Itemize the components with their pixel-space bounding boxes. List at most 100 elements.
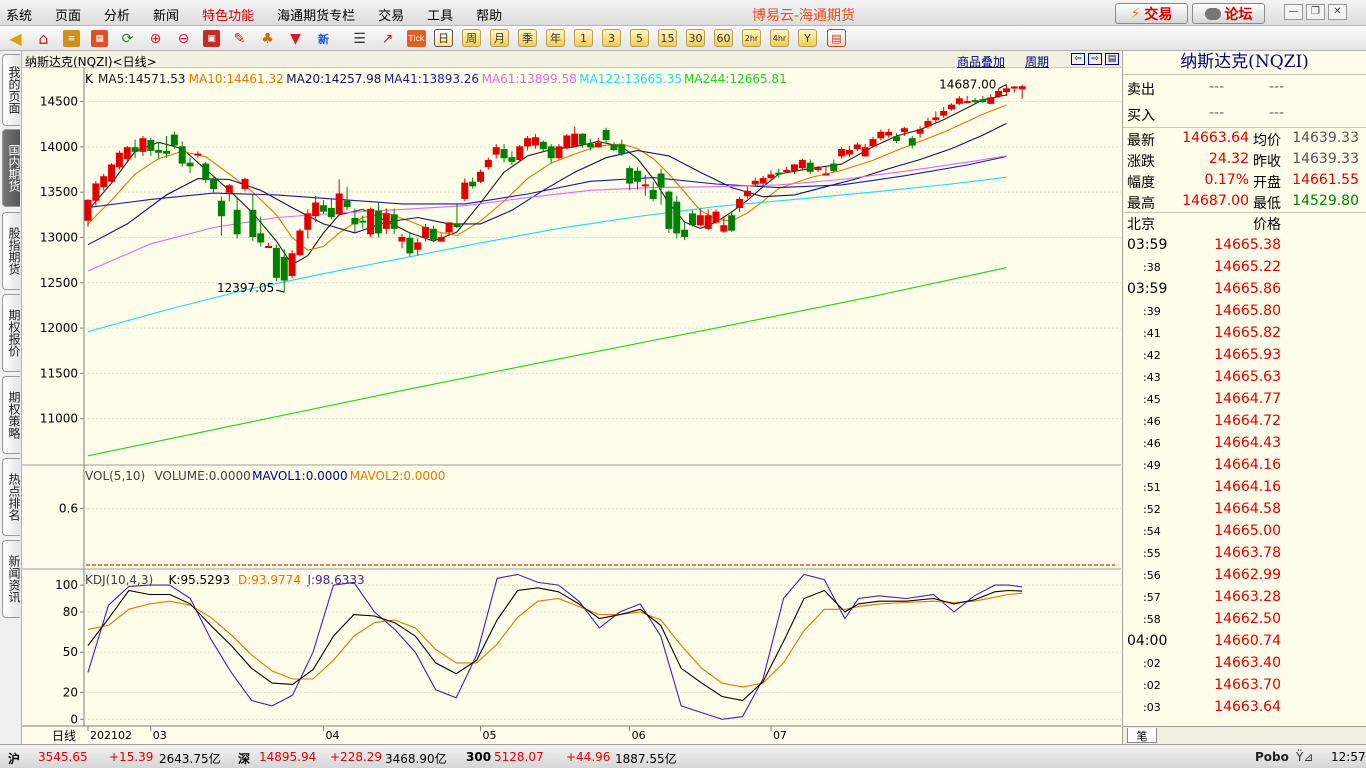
menu-item-5[interactable]: 海通期货专栏 <box>277 5 355 24</box>
left-tab-4[interactable]: 期权策略 <box>2 376 21 454</box>
menu-item-2[interactable]: 分析 <box>104 5 130 24</box>
candle-body <box>178 146 186 164</box>
tick-price: 14664.58 <box>1214 501 1281 517</box>
candle-body <box>225 185 233 193</box>
candle-body <box>265 246 273 249</box>
tick-price: 14664.16 <box>1214 479 1281 495</box>
buy-row: 买入 --- --- <box>1127 105 1363 127</box>
filter-icon[interactable]: ▼ <box>287 30 304 47</box>
zoom-out-icon[interactable]: ⊖ <box>175 30 192 47</box>
left-tab-1[interactable]: 国内期货 <box>2 129 21 207</box>
candle <box>92 181 100 206</box>
quote-value: 14663.64 <box>1182 130 1249 146</box>
candle <box>257 216 265 247</box>
scroll-right-icon[interactable]: ⇨ <box>1088 53 1102 65</box>
left-tab-6[interactable]: 新闻资讯 <box>2 540 21 618</box>
ma-line-ma244 <box>87 267 1007 457</box>
left-tab-0[interactable]: 我的页面 <box>2 54 21 126</box>
notebook-icon[interactable]: ≡ <box>63 30 80 47</box>
tick-time: :43 <box>1143 371 1161 384</box>
period-button-5[interactable]: 1 <box>574 29 593 47</box>
chart-icon[interactable]: ↗ <box>379 30 396 47</box>
candle <box>704 209 712 231</box>
period-button-13[interactable]: Y <box>798 29 817 47</box>
menu-item-6[interactable]: 交易 <box>378 5 404 24</box>
period-button-9[interactable]: 30 <box>686 29 705 47</box>
indicator-icon[interactable]: ▤ <box>827 29 846 47</box>
buy-volume: --- <box>1269 105 1285 121</box>
left-tab-5[interactable]: 热点排名 <box>2 458 21 536</box>
scroll-left-icon[interactable]: ⇦ <box>1071 53 1085 65</box>
period-button-1[interactable]: 周 <box>462 29 481 47</box>
home-icon[interactable]: ⌂ <box>35 29 52 48</box>
window-icon[interactable]: ▣ <box>203 30 220 47</box>
forum-button[interactable]: 论坛 <box>1192 3 1265 24</box>
pencil-icon[interactable]: ✎ <box>231 30 248 47</box>
close-button[interactable]: ✕ <box>1328 4 1347 20</box>
menu-item-3[interactable]: 新闻 <box>153 5 179 24</box>
period-button-7[interactable]: 5 <box>630 29 649 47</box>
period-button-10[interactable]: 60 <box>714 29 733 47</box>
chart-area[interactable]: 14500 14000 13500 13000 12500 12000 11500 11000… <box>22 68 1121 744</box>
candle-body <box>131 147 139 152</box>
menu-item-4[interactable]: 特色功能 <box>202 5 254 24</box>
calendar-icon[interactable]: ▦ <box>91 30 108 47</box>
minimize-button[interactable]: — <box>1284 4 1303 20</box>
buy-label: 买入 <box>1127 108 1155 124</box>
tick-price: 14663.40 <box>1214 655 1281 671</box>
price-tick-label: 13000 <box>40 230 78 244</box>
tick-button[interactable]: Tick <box>407 30 426 47</box>
period-button-8[interactable]: 15 <box>658 29 677 47</box>
refresh-icon[interactable]: ⟳ <box>119 30 136 47</box>
tick-tab[interactable]: 笔 <box>1127 728 1157 743</box>
period-button-0[interactable]: 日 <box>434 29 453 47</box>
tick-row: :52 14664.58 <box>1123 499 1366 521</box>
candle-body <box>1010 86 1018 89</box>
period-button-11[interactable]: 2hr <box>742 29 761 47</box>
candle-body <box>1018 86 1026 90</box>
list-icon[interactable]: ☰ <box>351 30 368 47</box>
candle <box>806 159 814 175</box>
candle <box>594 137 602 148</box>
ma-line-ma122 <box>87 176 1007 333</box>
candle <box>249 194 257 242</box>
zoom-in-icon[interactable]: ⊕ <box>147 30 164 47</box>
trade-button[interactable]: ⚡ 交易 <box>1115 3 1188 24</box>
candle <box>312 195 320 223</box>
restore-button[interactable]: ❐ <box>1306 4 1325 20</box>
menu-item-1[interactable]: 页面 <box>55 5 81 24</box>
menu-list: 系统 页面 分析 新闻 特色功能 海通期货专栏 交易 工具 帮助 <box>6 5 525 24</box>
menu-item-7[interactable]: 工具 <box>427 5 453 24</box>
candle-body <box>861 147 869 157</box>
hs300-amount: 1887.55亿 <box>615 752 677 766</box>
new-icon[interactable]: 新 <box>315 30 332 47</box>
tick-price: 14664.72 <box>1214 413 1281 429</box>
menu-item-0[interactable]: 系统 <box>6 5 32 24</box>
period-button-6[interactable]: 3 <box>602 29 621 47</box>
left-tab-3[interactable]: 期权报价 <box>2 294 21 372</box>
left-tab-2[interactable]: 股指期货 <box>2 212 21 290</box>
period-button-2[interactable]: 月 <box>490 29 509 47</box>
candle <box>484 157 492 170</box>
candle-body <box>382 213 390 229</box>
menu-item-8[interactable]: 帮助 <box>476 5 502 24</box>
period-button-12[interactable]: 4hr <box>770 29 789 47</box>
candle-body <box>108 164 116 182</box>
tick-price: 14662.50 <box>1214 611 1281 627</box>
period-button-3[interactable]: 季 <box>518 29 537 47</box>
candle-body <box>916 129 924 134</box>
back-arrow-icon[interactable]: ◀ <box>7 29 24 48</box>
trade-button-label: 交易 <box>1144 6 1173 23</box>
tick-time: :55 <box>1143 547 1161 560</box>
bell-icon[interactable]: ♣ <box>259 30 276 47</box>
candle-body <box>626 168 634 184</box>
candle-body <box>461 182 469 199</box>
candle-body <box>484 159 492 168</box>
candlestick-chart[interactable]: 14500 14000 13500 13000 12500 12000 11500 11000… <box>22 68 1121 744</box>
layout-icon[interactable]: ▤ <box>1105 53 1119 65</box>
tick-time: :58 <box>1143 613 1161 626</box>
period-button-4[interactable]: 年 <box>546 29 565 47</box>
candle-body <box>618 144 626 154</box>
tick-header-time: 北京 <box>1127 217 1155 233</box>
vol-tick-label: 0.6 <box>59 502 78 516</box>
